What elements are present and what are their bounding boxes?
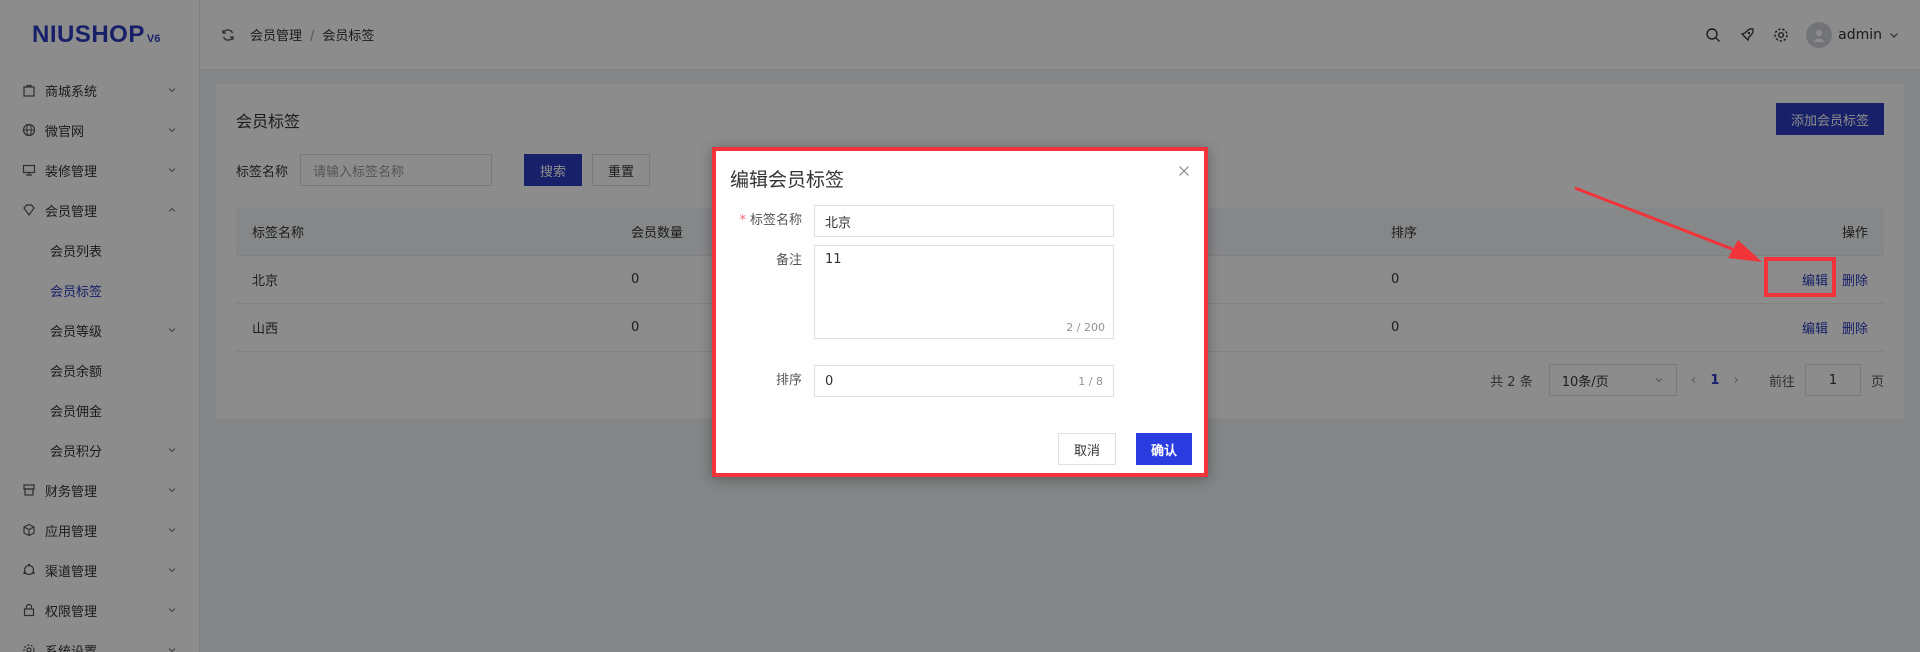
highlight-box (1764, 257, 1836, 297)
form-row-sort: 排序 0 1 / 8 (716, 365, 1114, 397)
field-label: * 标签名称 (716, 205, 814, 237)
field-value: 北京 (825, 215, 852, 231)
field-label: 备注 (775, 253, 802, 268)
sort-field[interactable]: 0 1 / 8 (814, 365, 1114, 397)
confirm-button[interactable]: 确认 (1135, 433, 1192, 465)
field-value: 11 (825, 252, 842, 267)
dialog-title: 编辑会员标签 (730, 169, 845, 191)
edit-tag-dialog: 编辑会员标签 * 标签名称 北京 备注 11 2 / 200 排序 0 1 / 8… (712, 147, 1208, 477)
form-row-remark: 备注 11 2 / 200 (716, 245, 1114, 339)
required-mark: * (739, 213, 746, 228)
close-icon[interactable] (1178, 165, 1190, 177)
cancel-button[interactable]: 取消 (1057, 433, 1116, 465)
remark-textarea[interactable]: 11 2 / 200 (814, 245, 1114, 339)
field-value: 0 (825, 373, 834, 389)
field-label: 排序 (775, 373, 802, 388)
char-counter: 1 / 8 (1078, 375, 1103, 388)
tag-name-field[interactable]: 北京 (814, 205, 1114, 237)
form-row-name: * 标签名称 北京 (716, 205, 1114, 237)
field-label-text: 标签名称 (749, 213, 802, 228)
char-counter: 2 / 200 (1066, 321, 1105, 334)
